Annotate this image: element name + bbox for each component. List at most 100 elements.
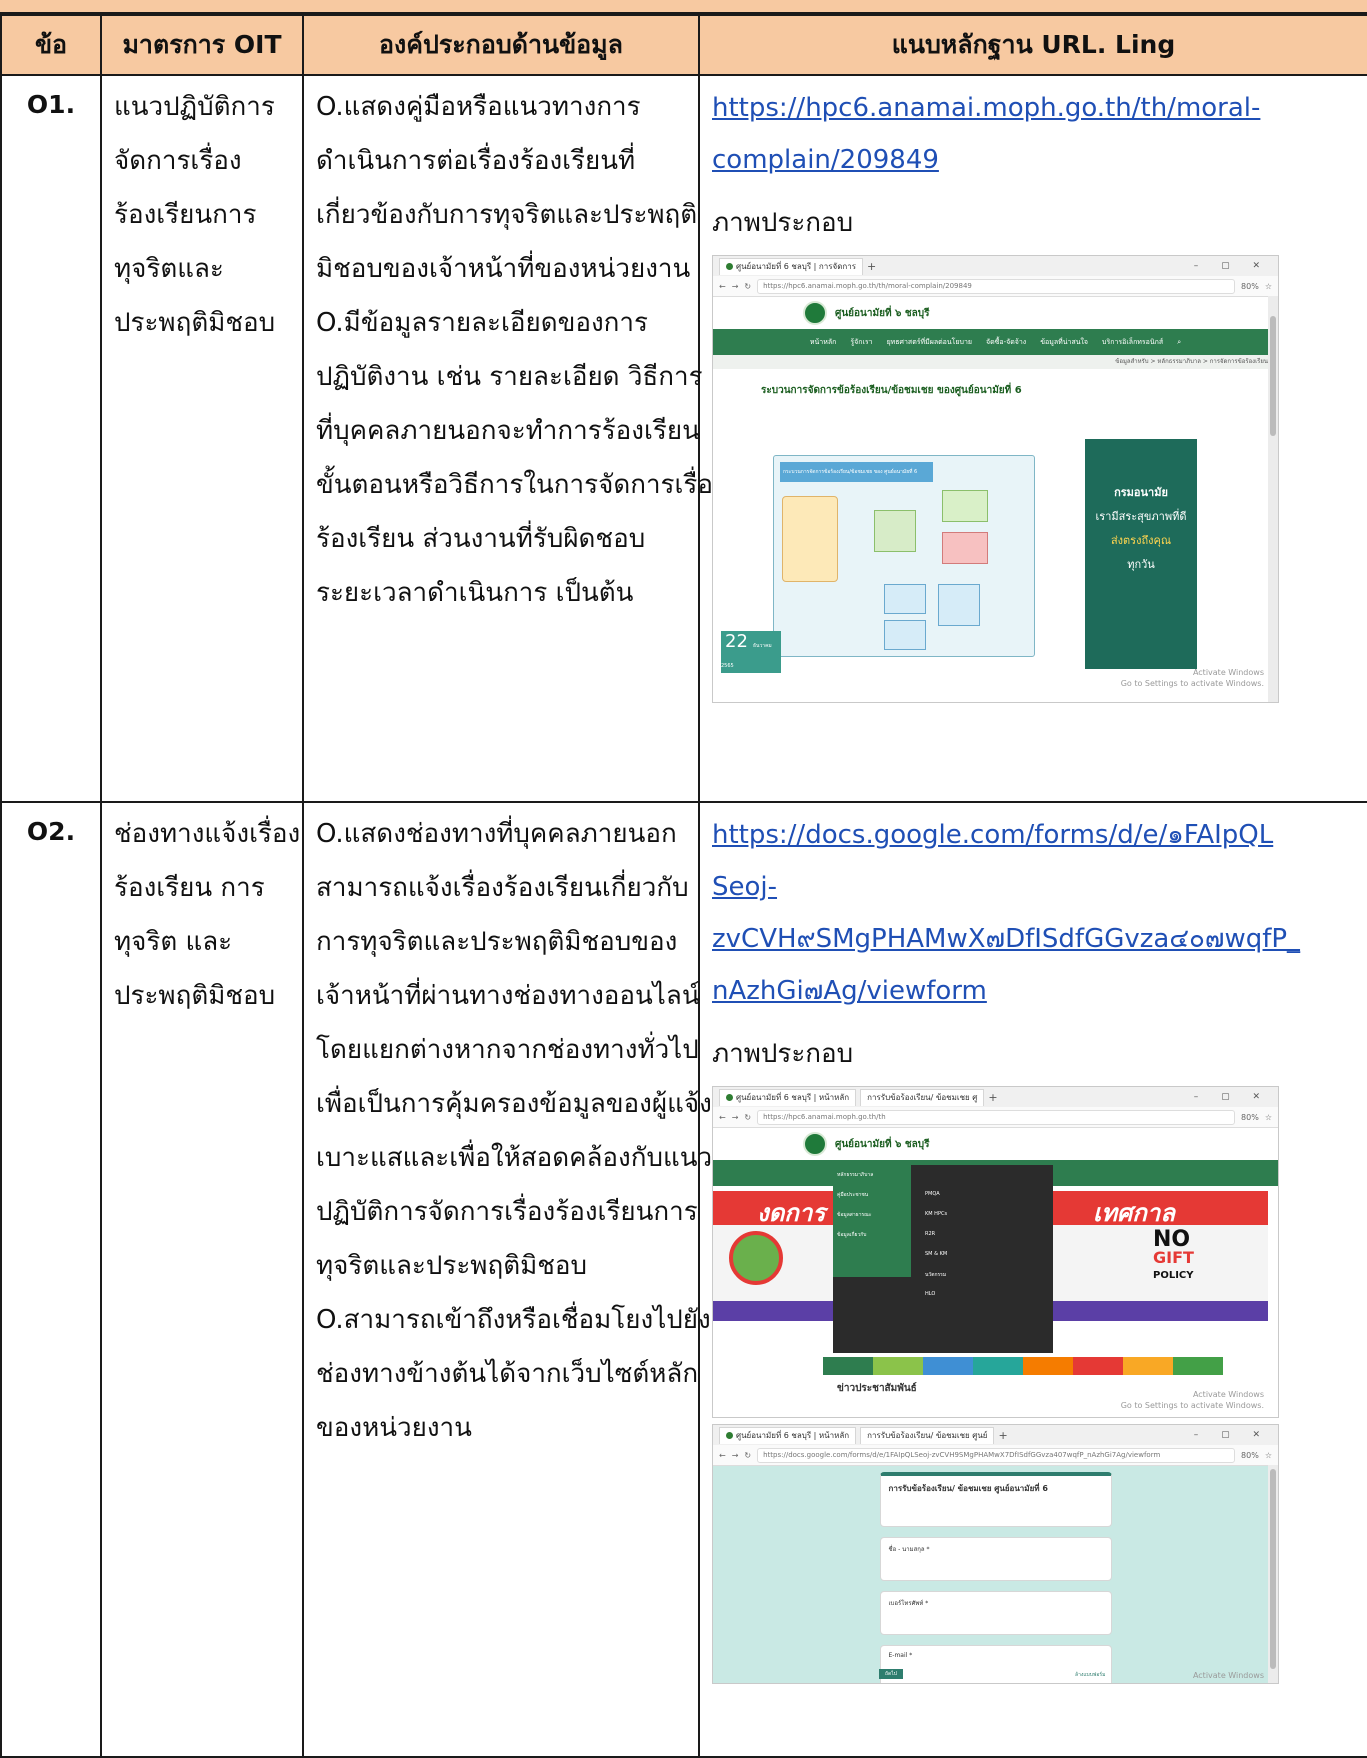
browser-tab-bar: ศูนย์อนามัยที่ 6 ชลบุรี | หน้าหลัก การรั… xyxy=(713,1087,1278,1107)
banner-line: ทุกวัน xyxy=(1127,558,1155,571)
no-gift-line: NO xyxy=(1153,1227,1191,1252)
scroll-thumb[interactable] xyxy=(1270,1469,1276,1669)
measure-line: จัดการเรื่อง xyxy=(114,146,242,176)
info-line: เบาะแสและเพื่อให้สอดคล้องกับแนว xyxy=(316,1143,713,1173)
tile[interactable] xyxy=(1123,1357,1173,1375)
dropdown-menu-item[interactable]: คู่มือประชาชน xyxy=(837,1191,868,1199)
reload-icon: ↻ xyxy=(744,1112,752,1122)
dropdown-column-left xyxy=(833,1165,911,1277)
browser-tab: การรับข้อร้องเรียน/ ข้อชมเชย ศู xyxy=(860,1088,985,1106)
info-line: สามารถแจ้งเรื่องร้องเรียนเกี่ยวกับ xyxy=(316,873,689,903)
dropdown-menu-item[interactable]: PMQA xyxy=(925,1191,940,1197)
row-number: O1. xyxy=(0,74,102,803)
browser-zoom: 80% xyxy=(1241,1112,1259,1122)
measure-line: ช่องทางแจ้งเรื่อง xyxy=(114,819,301,849)
info-line: ช่องทางข้างต้นได้จากเว็บไซต์หลัก xyxy=(316,1359,699,1389)
browser-tab-title: ศูนย์อนามัยที่ 6 ชลบุรี | หน้าหลัก xyxy=(736,1092,850,1102)
info-line: เจ้าหน้าที่ผ่านทางช่องทางออนไลน์ xyxy=(316,981,700,1011)
banner-line: เรามีสระสุขภาพที่ดี xyxy=(1095,510,1187,523)
activate-title: Activate Windows xyxy=(1192,668,1264,677)
info-line: ระยะเวลาดำเนินการ เป็นต้น xyxy=(316,578,634,608)
scroll-thumb[interactable] xyxy=(1270,316,1276,436)
header-info: องค์ประกอบด้านข้อมูล xyxy=(302,14,700,76)
dropdown-menu-item[interactable]: HLO xyxy=(925,1291,935,1297)
table-row: O2. ช่องทางแจ้งเรื่อง ร้องเรียน การ ทุจร… xyxy=(0,801,1367,1758)
dropdown-menu-item[interactable]: KM HPCs xyxy=(925,1211,947,1217)
banner-line: ส่งตรงถึงคุณ xyxy=(1110,534,1172,547)
link-line: nAzhGi๗Ag/viewform xyxy=(712,976,987,1006)
form-next-button[interactable]: ถัดไป xyxy=(879,1669,903,1679)
site-name: ศูนย์อนามัยที่ ๖ ชลบุรี xyxy=(835,1138,930,1150)
flowchart-box xyxy=(874,510,916,552)
browser-scrollbar[interactable] xyxy=(1268,296,1278,702)
dropdown-menu-item[interactable]: ข้อมูลสาธารณะ xyxy=(837,1211,872,1219)
form-clear-button[interactable]: ล้างแบบฟอร์ม xyxy=(1075,1671,1105,1679)
dropdown-menu-item[interactable]: ข้อมูลเกี่ยวกับ xyxy=(837,1231,866,1239)
tile[interactable] xyxy=(923,1357,973,1375)
oit-table: ข้อ มาตรการ OIT องค์ประกอบด้านข้อมูล แนบ… xyxy=(0,14,1367,1758)
dropdown-menu-item[interactable]: หลักธรรมาภิบาล xyxy=(837,1171,873,1179)
ministry-logo-icon xyxy=(803,301,827,325)
link-line: https://docs.google.com/forms/d/e/๑FAIpQ… xyxy=(712,820,1274,850)
flowchart-box xyxy=(782,496,838,582)
link-line: https://hpc6.anamai.moph.go.th/th/moral- xyxy=(712,93,1261,123)
browser-address-bar: ← → ↻ https://docs.google.com/forms/d/e/… xyxy=(713,1445,1278,1466)
header-evidence: แนบหลักฐาน URL. Ling xyxy=(698,14,1367,76)
tile[interactable] xyxy=(823,1357,873,1375)
screenshot-homepage: ศูนย์อนามัยที่ 6 ชลบุรี | หน้าหลัก การรั… xyxy=(712,1086,1279,1418)
flowchart-box xyxy=(884,584,926,614)
form-field-card[interactable]: ชื่อ - นามสกุล * xyxy=(879,1537,1112,1581)
browser-tab: ศูนย์อนามัยที่ 6 ชลบุรี | หน้าหลัก xyxy=(719,1426,857,1444)
tile[interactable] xyxy=(1173,1357,1223,1375)
info-line: ของหน่วยงาน xyxy=(316,1413,472,1443)
forward-icon: → xyxy=(731,1112,739,1122)
info-line: การทุจริตและประพฤติมิชอบของ xyxy=(316,927,678,957)
illustration-label: ภาพประกอบ xyxy=(712,1039,854,1069)
tile[interactable] xyxy=(1023,1357,1073,1375)
search-icon: ⌕ xyxy=(1177,337,1182,346)
browser-url: https://docs.google.com/forms/d/e/1FAIpQ… xyxy=(757,1447,1236,1463)
site-breadcrumb: ข้อมูลสำหรับ > หลักธรรมาภิบาล > การจัดกา… xyxy=(713,355,1278,369)
dropdown-menu-item[interactable]: นวัตกรรม xyxy=(925,1271,946,1279)
link-line: zvCVH๙SMgPHAMwX๗DfISdfGGvza๔๐๗wqfP_ xyxy=(712,924,1301,954)
form-field-card[interactable]: เบอร์โทรศัพท์ * xyxy=(879,1591,1112,1635)
news-title: ข่าวประชาสัมพันธ์ xyxy=(837,1383,917,1394)
form-header-card: การรับข้อร้องเรียน/ ข้อชมเชย ศูนย์อนามัย… xyxy=(879,1472,1112,1527)
forward-icon: → xyxy=(731,1450,739,1460)
activate-windows-watermark: Activate Windows Go to Settings to activ… xyxy=(1121,1389,1264,1411)
info-line: O.แสดงคู่มือหรือแนวทางการ xyxy=(316,92,641,122)
evidence-link[interactable]: https://docs.google.com/forms/d/e/๑FAIpQ… xyxy=(712,809,1357,1017)
browser-tab: ศูนย์อนามัยที่ 6 ชลบุรี | หน้าหลัก xyxy=(719,1088,857,1106)
nav-item: ยุทธศาสตร์ที่มีผลต่อนโยบาย xyxy=(886,337,972,346)
browser-url: https://hpc6.anamai.moph.go.th/th xyxy=(757,1109,1236,1125)
browser-tab-title: การรับข้อร้องเรียน/ ข้อชมเชย ศูนย์ xyxy=(867,1430,988,1440)
tile[interactable] xyxy=(873,1357,923,1375)
browser-scrollbar[interactable] xyxy=(1268,1465,1278,1683)
browser-address-bar: ← → ↻ https://hpc6.anamai.moph.go.th/th/… xyxy=(713,276,1278,297)
site-page-title: ระบวนการจัดการข้อร้องเรียน/ข้อชมเชย ของศ… xyxy=(761,385,1022,396)
nav-dropdown-menu: หลักธรรมาภิบาล คู่มือประชาชน ข้อมูลสาธาร… xyxy=(833,1165,1053,1353)
nav-item: จัดซื้อ-จัดจ้าง xyxy=(986,337,1027,346)
evidence-link[interactable]: https://hpc6.anamai.moph.go.th/th/moral-… xyxy=(712,82,1357,186)
window-controls-icon: – ▢ ✕ xyxy=(1193,1430,1270,1440)
dropdown-menu-item[interactable]: SM & KM xyxy=(925,1251,947,1257)
reload-icon: ↻ xyxy=(744,1450,752,1460)
flowchart-box xyxy=(942,490,988,522)
forward-icon: → xyxy=(731,281,739,291)
new-tab-icon: + xyxy=(988,1090,998,1104)
info-line: ขั้นตอนหรือวิธีการในการจัดการเรื่อง xyxy=(316,470,726,500)
activate-subtitle: Go to Settings to activate Windows. xyxy=(1120,679,1264,688)
dropdown-menu-item[interactable]: R2R xyxy=(925,1231,935,1237)
no-gift-line: GIFT xyxy=(1153,1248,1194,1267)
form-field-label: ชื่อ - นามสกุล * xyxy=(888,1546,930,1553)
side-banner: กรมอนามัย เรามีสระสุขภาพที่ดี ส่งตรงถึงค… xyxy=(1085,439,1197,669)
banner-line: กรมอนามัย xyxy=(1114,486,1168,499)
evidence-cell: https://hpc6.anamai.moph.go.th/th/moral-… xyxy=(698,74,1367,803)
tile[interactable] xyxy=(1073,1357,1123,1375)
back-icon: ← xyxy=(719,281,726,291)
new-tab-icon: + xyxy=(867,259,877,273)
activate-windows-watermark: Activate Windows xyxy=(1193,1670,1264,1681)
tile[interactable] xyxy=(973,1357,1023,1375)
row-number: O2. xyxy=(0,801,102,1758)
evidence-cell: https://docs.google.com/forms/d/e/๑FAIpQ… xyxy=(698,801,1367,1758)
